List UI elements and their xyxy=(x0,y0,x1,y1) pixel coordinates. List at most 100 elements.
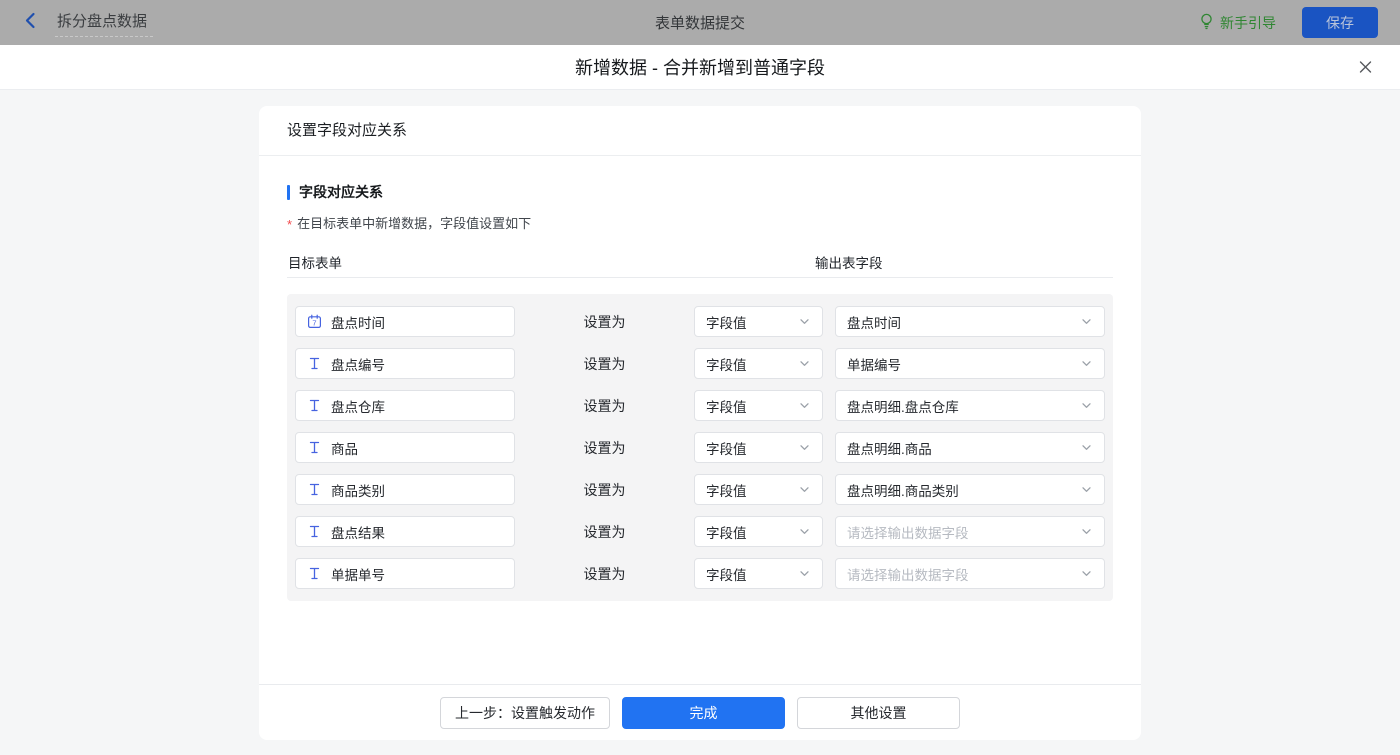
hint-line: * 在目标表单中新增数据，字段值设置如下 xyxy=(287,213,1113,232)
modal-body: 设置字段对应关系 字段对应关系 * 在目标表单中新增数据，字段值设置如下 目标表… xyxy=(0,106,1400,755)
card-header: 设置字段对应关系 xyxy=(259,106,1141,156)
output-field-select[interactable]: 请选择输出数据字段 xyxy=(835,516,1105,547)
value-mode-value: 字段值 xyxy=(706,522,747,542)
chevron-left-icon xyxy=(22,11,39,35)
value-mode-select[interactable]: 字段值 xyxy=(694,558,823,589)
target-field-label: 商品类别 xyxy=(331,480,385,500)
column-header-output-field: 输出表字段 xyxy=(815,252,883,272)
top-app-bar: 拆分盘点数据 表单数据提交 新手引导 保存 xyxy=(0,0,1400,45)
target-field-input[interactable]: 7 盘点时间 xyxy=(295,306,515,337)
field-mapping-row: 7 盘点时间 设置为 字段值 盘点时间 xyxy=(295,306,1105,337)
value-mode-select[interactable]: 字段值 xyxy=(694,348,823,379)
close-icon xyxy=(1357,59,1374,76)
value-mode-value: 字段值 xyxy=(706,396,747,416)
chevron-down-icon xyxy=(1080,357,1093,370)
set-as-label: 设置为 xyxy=(527,522,682,542)
output-field-value: 盘点时间 xyxy=(847,312,901,332)
other-settings-button[interactable]: 其他设置 xyxy=(797,697,960,729)
required-asterisk: * xyxy=(287,217,292,232)
target-field-label: 盘点时间 xyxy=(331,312,385,332)
section-title-text: 字段对应关系 xyxy=(299,182,383,202)
set-as-label: 设置为 xyxy=(527,312,682,332)
field-mapping-row: 盘点结果 设置为 字段值 请选择输出数据字段 xyxy=(295,516,1105,547)
chevron-down-icon xyxy=(798,357,811,370)
output-field-value: 盘点明细.商品类别 xyxy=(847,480,959,500)
text-field-icon xyxy=(307,440,322,455)
output-field-value: 请选择输出数据字段 xyxy=(847,564,969,584)
output-field-select[interactable]: 盘点明细.盘点仓库 xyxy=(835,390,1105,421)
back-button[interactable] xyxy=(22,11,39,35)
target-field-input[interactable]: 商品 xyxy=(295,432,515,463)
output-field-value: 请选择输出数据字段 xyxy=(847,522,969,542)
chevron-down-icon xyxy=(1080,441,1093,454)
value-mode-value: 字段值 xyxy=(706,312,747,332)
value-mode-select[interactable]: 字段值 xyxy=(694,474,823,505)
field-mapping-row: 单据单号 设置为 字段值 请选择输出数据字段 xyxy=(295,558,1105,589)
beginner-guide-label: 新手引导 xyxy=(1220,13,1276,33)
output-field-value: 盘点明细.盘点仓库 xyxy=(847,396,959,416)
done-button[interactable]: 完成 xyxy=(622,697,785,729)
chevron-down-icon xyxy=(1080,399,1093,412)
page-title: 表单数据提交 xyxy=(655,12,745,33)
target-field-input[interactable]: 盘点仓库 xyxy=(295,390,515,421)
settings-card: 设置字段对应关系 字段对应关系 * 在目标表单中新增数据，字段值设置如下 目标表… xyxy=(259,106,1141,740)
value-mode-value: 字段值 xyxy=(706,354,747,374)
value-mode-select[interactable]: 字段值 xyxy=(694,516,823,547)
column-headers: 目标表单 输出表字段 xyxy=(287,252,1113,278)
field-mapping-row: 盘点仓库 设置为 字段值 盘点明细.盘点仓库 xyxy=(295,390,1105,421)
target-field-input[interactable]: 盘点结果 xyxy=(295,516,515,547)
chevron-down-icon xyxy=(1080,567,1093,580)
column-header-target-form: 目标表单 xyxy=(288,252,342,272)
set-as-label: 设置为 xyxy=(527,354,682,374)
value-mode-select[interactable]: 字段值 xyxy=(694,432,823,463)
output-field-select[interactable]: 盘点时间 xyxy=(835,306,1105,337)
set-as-label: 设置为 xyxy=(527,480,682,500)
value-mode-select[interactable]: 字段值 xyxy=(694,390,823,421)
target-field-label: 盘点仓库 xyxy=(331,396,385,416)
hint-text: 在目标表单中新增数据，字段值设置如下 xyxy=(297,213,531,232)
value-mode-value: 字段值 xyxy=(706,480,747,500)
target-field-input[interactable]: 商品类别 xyxy=(295,474,515,505)
output-field-select[interactable]: 请选择输出数据字段 xyxy=(835,558,1105,589)
modal-header: 新增数据 - 合并新增到普通字段 xyxy=(0,45,1400,90)
flow-title[interactable]: 拆分盘点数据 xyxy=(55,8,153,37)
chevron-down-icon xyxy=(798,441,811,454)
chevron-down-icon xyxy=(798,315,811,328)
output-field-select[interactable]: 盘点明细.商品类别 xyxy=(835,474,1105,505)
set-as-label: 设置为 xyxy=(527,396,682,416)
target-field-input[interactable]: 单据单号 xyxy=(295,558,515,589)
output-field-select[interactable]: 盘点明细.商品 xyxy=(835,432,1105,463)
text-field-icon xyxy=(307,482,322,497)
lightbulb-icon xyxy=(1199,13,1214,33)
chevron-down-icon xyxy=(798,483,811,496)
target-field-label: 盘点结果 xyxy=(331,522,385,542)
target-field-input[interactable]: 盘点编号 xyxy=(295,348,515,379)
text-field-icon xyxy=(307,566,322,581)
field-mapping-row: 商品 设置为 字段值 盘点明细.商品 xyxy=(295,432,1105,463)
card-content: 字段对应关系 * 在目标表单中新增数据，字段值设置如下 目标表单 输出表字段 7… xyxy=(259,156,1141,684)
output-field-select[interactable]: 单据编号 xyxy=(835,348,1105,379)
section-title: 字段对应关系 xyxy=(287,182,1113,202)
section-accent-bar xyxy=(287,185,290,200)
value-mode-value: 字段值 xyxy=(706,564,747,584)
save-button[interactable]: 保存 xyxy=(1302,7,1378,38)
close-button[interactable] xyxy=(1357,59,1374,76)
chevron-down-icon xyxy=(1080,315,1093,328)
calendar-icon: 7 xyxy=(307,314,322,329)
field-mapping-row: 盘点编号 设置为 字段值 单据编号 xyxy=(295,348,1105,379)
topbar-left: 拆分盘点数据 xyxy=(22,8,153,37)
beginner-guide-link[interactable]: 新手引导 xyxy=(1199,13,1276,33)
chevron-down-icon xyxy=(798,567,811,580)
output-field-value: 盘点明细.商品 xyxy=(847,438,932,458)
value-mode-select[interactable]: 字段值 xyxy=(694,306,823,337)
topbar-right: 新手引导 保存 xyxy=(1199,7,1378,38)
chevron-down-icon xyxy=(1080,483,1093,496)
svg-text:7: 7 xyxy=(312,318,316,327)
set-as-label: 设置为 xyxy=(527,438,682,458)
target-field-label: 盘点编号 xyxy=(331,354,385,374)
text-field-icon xyxy=(307,356,322,371)
chevron-down-icon xyxy=(798,399,811,412)
prev-step-button[interactable]: 上一步：设置触发动作 xyxy=(440,697,610,729)
text-field-icon xyxy=(307,398,322,413)
target-field-label: 单据单号 xyxy=(331,564,385,584)
